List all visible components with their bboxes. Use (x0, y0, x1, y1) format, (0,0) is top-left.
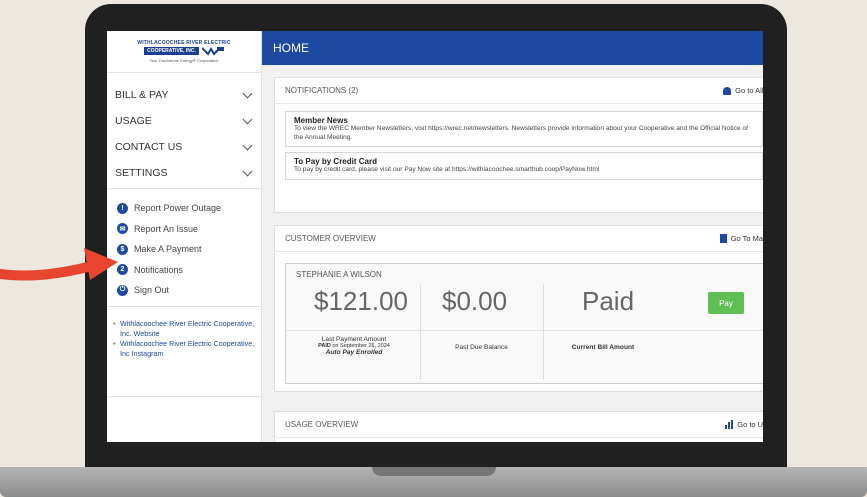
column-divider (420, 284, 421, 380)
notification-title: Member News (294, 116, 348, 125)
row-divider (286, 330, 763, 331)
notification-text: To pay by credit card, please visit our … (294, 166, 600, 173)
laptop-screen: WITHLACOOCHEE RIVER ELECTRIC COOPERATIVE… (107, 31, 763, 442)
quick-item-label: Make A Payment (134, 244, 202, 255)
quick-actions: ! Report Power Outage ✉ Report An Issue … (107, 191, 261, 301)
logo-mark-icon (201, 47, 224, 56)
column-divider (543, 284, 544, 380)
bar-chart-icon (725, 420, 734, 429)
external-links: Withlacoochee River Electric Cooperative… (107, 306, 262, 359)
sidebar-item-contact-us[interactable]: CONTACT US (107, 134, 261, 160)
page-header: HOME (262, 31, 763, 65)
current-bill-label: Current Bill Amount (571, 344, 635, 351)
notifications-card: NOTIFICATIONS (2) Go to All N Member New… (274, 77, 763, 213)
logo-line2: COOPERATIVE, INC. (144, 47, 199, 55)
bell-icon (723, 86, 732, 95)
sidebar-item-label: CONTACT US (115, 141, 183, 153)
customer-name: STEPHANIE A WILSON (296, 270, 382, 279)
quick-item-label: Report An Issue (134, 223, 199, 234)
brand-logo[interactable]: WITHLACOOCHEE RIVER ELECTRIC COOPERATIVE… (107, 31, 261, 73)
sidebar-item-label: USAGE (115, 115, 152, 127)
quick-item-label: Report Power Outage (134, 203, 222, 214)
sidebar-menu: BILL & PAY USAGE CONTACT US SETTINGS (107, 82, 261, 186)
card-title: USAGE OVERVIEW (285, 420, 359, 429)
sidebar-item-settings[interactable]: SETTINGS (107, 160, 261, 186)
notification-item: To Pay by Credit Card To pay by credit c… (285, 152, 763, 180)
quick-item-label: Sign Out (134, 285, 170, 296)
sidebar: WITHLACOOCHEE RIVER ELECTRIC COOPERATIVE… (107, 31, 262, 442)
main-content: NOTIFICATIONS (2) Go to All N Member New… (262, 65, 763, 442)
account-summary: STEPHANIE A WILSON $121.00 $0.00 Paid Pa… (285, 263, 763, 384)
bill-status: Paid (582, 286, 635, 316)
sidebar-item-bill-pay[interactable]: BILL & PAY (107, 82, 261, 108)
website-link[interactable]: Withlacoochee River Electric Cooperative… (113, 319, 256, 338)
notification-text: To view the WREC Member Newsletters, vis… (294, 125, 748, 141)
last-payment-label: Last Payment Amount PAID on September 26… (318, 336, 390, 356)
mail-icon: ✉ (117, 223, 128, 235)
usage-overview-card: USAGE OVERVIEW Go to Usa (274, 411, 763, 442)
sidebar-item-label: SETTINGS (115, 167, 168, 179)
past-due-label: Past Due Balance (455, 344, 508, 351)
sidebar-item-usage[interactable]: USAGE (107, 108, 261, 134)
chevron-down-icon (242, 140, 253, 150)
quick-item-label: Notifications (134, 264, 184, 275)
red-arrow-icon (0, 248, 118, 281)
alert-icon: ! (117, 202, 128, 214)
go-to-make-payment-link[interactable]: Go To Make (719, 234, 763, 243)
card-title: NOTIFICATIONS (2) (285, 86, 359, 95)
sign-out-link[interactable]: ⏻ Sign Out (117, 280, 261, 301)
chevron-down-icon (242, 166, 253, 176)
chevron-down-icon (242, 114, 253, 124)
customer-overview-card: CUSTOMER OVERVIEW Go To Make STEPHANIE A… (274, 225, 763, 392)
report-power-outage-link[interactable]: ! Report Power Outage (117, 198, 261, 219)
document-icon (719, 234, 727, 243)
logo-tagline: Your Touchstone Energy® Cooperative (149, 58, 219, 63)
notification-item: Member News To view the WREC Member News… (285, 111, 763, 147)
card-title: CUSTOMER OVERVIEW (285, 234, 376, 243)
instagram-link[interactable]: Withlacoochee River Electric Cooperative… (113, 339, 256, 358)
notification-title: To Pay by Credit Card (294, 157, 377, 166)
report-issue-link[interactable]: ✉ Report An Issue (117, 219, 261, 240)
past-due-amount: $0.00 (442, 286, 508, 316)
go-to-usage-link[interactable]: Go to Usa (725, 420, 763, 429)
pay-button[interactable]: Pay (708, 292, 744, 314)
make-payment-link[interactable]: $ Make A Payment (117, 239, 261, 260)
notifications-link[interactable]: 2 Notifications (117, 260, 261, 281)
sidebar-divider (107, 188, 261, 189)
sidebar-divider (107, 396, 262, 397)
last-payment-amount: $121.00 (314, 286, 408, 316)
sidebar-item-label: BILL & PAY (115, 89, 169, 101)
go-to-all-notifications-link[interactable]: Go to All N (723, 86, 763, 95)
chevron-down-icon (242, 88, 253, 98)
laptop-notch (372, 467, 496, 476)
page-title: HOME (273, 41, 309, 55)
